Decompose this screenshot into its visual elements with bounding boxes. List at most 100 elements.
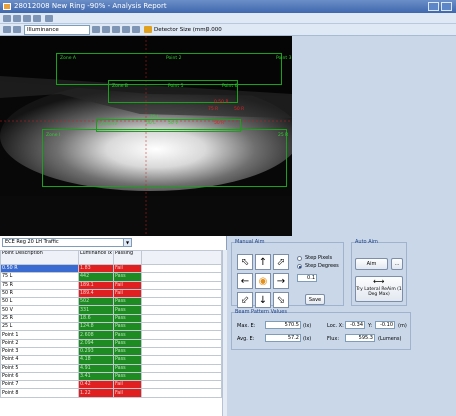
grid-icon[interactable] bbox=[102, 26, 110, 33]
print-icon[interactable] bbox=[13, 15, 21, 22]
detector-value[interactable]: 0.000 bbox=[206, 25, 222, 35]
table-row[interactable]: 0.50 R 1.83 Fail bbox=[0, 263, 223, 274]
zoom-out-icon[interactable] bbox=[132, 26, 140, 33]
beam-values-group bbox=[231, 312, 411, 350]
row-point-description: 0.50 R bbox=[0, 263, 79, 274]
table-row[interactable]: 50 V 331 Pass bbox=[0, 305, 223, 315]
table-row[interactable]: Point 3 0.293 Pass bbox=[0, 346, 223, 357]
redo-icon[interactable] bbox=[33, 15, 41, 22]
row-luminance: 0.42 bbox=[78, 380, 114, 390]
pointer-icon[interactable] bbox=[13, 26, 21, 33]
row-passing: Pass bbox=[112, 313, 142, 324]
minimize-button[interactable] bbox=[428, 2, 439, 11]
fit-icon[interactable] bbox=[112, 26, 120, 33]
toolbar-main bbox=[0, 13, 456, 24]
table-row[interactable]: Point 8 1.22 Fail bbox=[0, 388, 223, 398]
row-passing: Pass bbox=[112, 297, 142, 307]
try-lateral-reaim-button[interactable]: ⟷ Try Lateral ReAim (1 Deg Max) bbox=[355, 276, 403, 302]
title-bar: 28012008 New Ring -90% - Analysis Report bbox=[0, 0, 456, 13]
aim-button[interactable]: Aim bbox=[355, 258, 388, 270]
aim-controls-panel: Manual Aim ⬁ ↑ ⬀ ← ◉ → ⬃ ↓ ⬂ Step Pixels… bbox=[227, 236, 456, 416]
header-empty bbox=[140, 250, 223, 265]
row-point-description: Point 7 bbox=[0, 380, 79, 390]
camera-icon[interactable] bbox=[3, 26, 11, 33]
row-passing: Pass bbox=[112, 363, 142, 373]
table-row[interactable]: Point 7 0.42 Fail bbox=[0, 380, 223, 390]
table-row[interactable]: 25 L 124.8 Pass bbox=[0, 322, 223, 332]
undo-icon[interactable] bbox=[23, 15, 31, 22]
row-empty-cell bbox=[140, 388, 223, 398]
row-luminance: 0.293 bbox=[78, 346, 114, 357]
arrow-up-left-button[interactable]: ⬁ bbox=[237, 254, 253, 270]
step-pixels-radio[interactable] bbox=[297, 256, 302, 261]
flux-unit: (Lumens) bbox=[378, 336, 402, 342]
label-point3: Point 3 bbox=[276, 56, 292, 61]
table-row[interactable]: Point 6 3.41 Pass bbox=[0, 371, 223, 382]
step-degrees-radio[interactable] bbox=[297, 264, 302, 269]
label-zone-a: Zone A bbox=[60, 56, 76, 61]
label-zone-i: Zone I bbox=[46, 133, 61, 138]
row-point-description: Point 8 bbox=[0, 388, 79, 398]
row-passing: Pass bbox=[112, 272, 142, 282]
save-button[interactable]: Save bbox=[305, 294, 325, 305]
image-side-panel bbox=[292, 36, 456, 236]
step-value-input[interactable]: 0.1 bbox=[297, 274, 317, 282]
row-luminance: 124.8 bbox=[78, 322, 114, 332]
step-pixels-label: Step Pixels bbox=[305, 255, 333, 261]
row-empty-cell bbox=[140, 380, 223, 390]
beam-values-title: Beam Pattern Values bbox=[235, 309, 287, 315]
label-zone-iv: Zone IV bbox=[100, 122, 118, 127]
arrow-left-button[interactable]: ← bbox=[237, 273, 253, 289]
arrow-up-right-button[interactable]: ⬀ bbox=[273, 254, 289, 270]
row-luminance: 189.4 bbox=[78, 288, 114, 299]
row-empty-cell bbox=[140, 288, 223, 299]
table-row[interactable]: Point 1 2.608 Pass bbox=[0, 330, 223, 340]
detector-icon[interactable] bbox=[144, 26, 152, 33]
row-empty-cell bbox=[140, 280, 223, 290]
arrow-down-right-button[interactable]: ⬂ bbox=[273, 292, 289, 308]
label-50l: 50 L bbox=[146, 121, 156, 126]
row-passing: Fail bbox=[112, 380, 142, 390]
table-row[interactable]: Point 2 2.094 Pass bbox=[0, 338, 223, 348]
table-row[interactable]: 50 L 502 Pass bbox=[0, 297, 223, 307]
row-luminance: 1.22 bbox=[78, 388, 114, 398]
row-point-description: 50 R bbox=[0, 288, 79, 299]
zoom-in-icon[interactable] bbox=[122, 26, 130, 33]
chevron-down-icon[interactable]: ▼ bbox=[123, 239, 131, 246]
arrow-down-left-button[interactable]: ⬃ bbox=[237, 292, 253, 308]
help-icon[interactable] bbox=[45, 15, 53, 22]
table-row[interactable]: Point 5 4.91 Pass bbox=[0, 363, 223, 373]
row-point-description: 75 R bbox=[0, 280, 79, 290]
measure-select[interactable]: Illuminance bbox=[24, 25, 90, 35]
window-title: 28012008 New Ring -90% - Analysis Report bbox=[14, 2, 167, 10]
header-passing[interactable]: Passing bbox=[112, 250, 142, 265]
table-row[interactable]: 25 R 18.6 Pass bbox=[0, 313, 223, 324]
row-point-description: 25 R bbox=[0, 313, 79, 324]
table-row[interactable]: 50 R 189.4 Fail bbox=[0, 288, 223, 299]
center-reset-button[interactable]: ◉ bbox=[255, 273, 271, 289]
aim-options-button[interactable]: ... bbox=[391, 258, 403, 270]
header-luminance[interactable]: Luminance lx bbox=[78, 250, 114, 265]
table-row[interactable]: Point 4 4.18 Pass bbox=[0, 355, 223, 365]
save-icon[interactable] bbox=[3, 15, 11, 22]
row-empty-cell bbox=[140, 363, 223, 373]
loc-x-label: Loc. X: bbox=[327, 323, 344, 329]
close-button[interactable] bbox=[441, 2, 452, 11]
label-50v: 50 V bbox=[168, 121, 179, 126]
arrow-down-button[interactable]: ↓ bbox=[255, 292, 271, 308]
color-map-icon[interactable] bbox=[92, 26, 100, 33]
table-row[interactable]: 75 L 442 Pass bbox=[0, 272, 223, 282]
max-e-label: Max. E: bbox=[237, 323, 256, 329]
arrow-right-button[interactable]: → bbox=[273, 273, 289, 289]
arrow-up-button[interactable]: ↑ bbox=[255, 254, 271, 270]
double-arrow-icon: ⟷ bbox=[373, 277, 385, 286]
results-list-panel: ECE Reg 20 LH Traffic ▼ Point Descriptio… bbox=[0, 236, 227, 416]
beam-image-viewport[interactable]: Zone A Point 2 Point 3 Zone B Point 5 Po… bbox=[0, 36, 292, 236]
header-point-description[interactable]: Point Description bbox=[0, 250, 79, 265]
label-050r: 0.50 R bbox=[214, 100, 229, 105]
row-empty-cell bbox=[140, 322, 223, 332]
regulation-select[interactable]: ECE Reg 20 LH Traffic ▼ bbox=[2, 238, 132, 247]
table-row[interactable]: 75 R 189.1 Fail bbox=[0, 280, 223, 290]
y-value: -0.10 bbox=[375, 321, 395, 329]
toolbar-measure: Illuminance Detector Size (mm) 0.000 bbox=[0, 24, 456, 36]
